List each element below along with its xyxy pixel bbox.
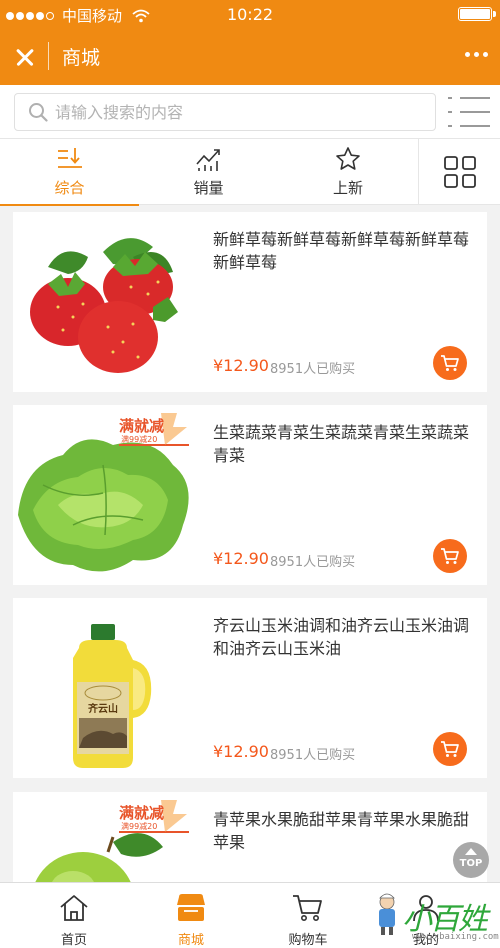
product-price: ¥12.90 [213,742,269,761]
close-button[interactable] [10,42,40,72]
promo-badge: 满就减 满99减20 [117,411,193,451]
product-name: 新鲜草莓新鲜草莓新鲜草莓新鲜草莓新鲜草莓 [213,230,470,272]
sales-count: 8951人已购买 [270,748,356,763]
promo-badge: 满就减 满99减20 [117,798,193,838]
product-price: ¥12.90 [213,549,269,568]
product-name: 青苹果水果脆甜苹果青苹果水果脆甜苹果 [213,810,470,852]
tab-label: 销量 [193,179,224,197]
cart-icon [441,355,459,371]
nav-home[interactable]: 首页 [24,883,124,948]
promo-sub-text: 满99减20 [121,434,157,444]
product-name: 生菜蔬菜青菜生菜蔬菜青菜生菜蔬菜青菜 [213,423,470,465]
promo-main-text: 满就减 [119,417,164,435]
clock: 10:22 [226,5,274,24]
nav-label: 商城 [177,933,204,948]
discount-badge-icon: 满就减 满99减20 [119,800,189,833]
battery-icon [458,7,496,21]
arrow-up-icon [465,848,477,855]
tab-comprehensive[interactable]: 综合 [0,139,139,206]
add-to-cart-button[interactable] [433,346,467,380]
nav-cart[interactable]: 购物车 [258,883,358,948]
promo-sub-text: 满99减20 [121,821,157,831]
oil-brand-label: 齐云山 [88,702,118,715]
status-bar: 中国移动 10:22 [0,0,500,28]
strawberry-image [30,238,178,373]
page-title: 商城 [62,47,101,69]
search-bar [0,85,500,139]
store-icon [177,894,205,921]
sort-icon [57,148,82,168]
sales-count: 8951人已购买 [270,555,356,570]
dot-icon [483,52,488,57]
add-to-cart-button[interactable] [433,539,467,573]
star-icon [336,147,360,170]
corn-oil-bottle-image: 齐云山 [73,624,152,768]
trend-chart-icon [195,149,220,171]
category-list-button[interactable] [448,95,490,129]
product-card[interactable]: 满就减 满99减20 生菜蔬菜青菜生菜蔬菜青菜生菜蔬菜青菜 ¥12.90 895… [13,405,487,585]
sort-tabs: 综合 销量 上新 [0,139,500,206]
dot-icon [465,52,470,57]
title-divider [48,42,49,70]
product-card[interactable]: 满就减 满99减20 青苹果水果脆甜苹果青苹果水果脆甜苹果 [13,792,487,882]
mascot-icon [379,893,395,935]
more-options-button[interactable] [465,52,488,57]
nav-store[interactable]: 商城 [141,883,241,948]
search-input[interactable] [55,94,425,130]
cart-icon [441,548,459,564]
search-icon [29,103,48,122]
nav-label: 购物车 [288,933,328,948]
search-box[interactable] [14,93,436,131]
home-icon [60,895,88,921]
discount-badge-icon: 满就减 满99减20 [119,413,189,446]
tab-label: 综合 [54,179,85,197]
dot-icon [474,52,479,57]
title-bar: 商城 [0,28,500,85]
grid-view-toggle[interactable] [418,139,500,205]
tab-label: 上新 [332,179,363,197]
tab-sales[interactable]: 销量 [139,139,278,205]
product-name: 齐云山玉米油调和油齐云山玉米油调和油齐云山玉米油 [213,616,470,658]
product-price: ¥12.90 [213,356,269,375]
cart-icon [293,895,322,921]
watermark: 小百姓 www.xbaixing.com [372,888,500,948]
promo-main-text: 满就减 [119,804,164,822]
back-to-top-label: TOP [459,858,483,869]
tab-new-arrivals[interactable]: 上新 [278,139,418,205]
watermark-url: www.xbaixing.com [412,932,499,942]
sales-count: 8951人已购买 [270,362,356,377]
product-card[interactable]: 齐云山 齐云山玉米油调和油齐云山玉米油调和油齐云山玉米油 ¥12.90 8951… [13,598,487,778]
nav-label: 首页 [60,933,87,948]
back-to-top-button[interactable]: TOP [453,842,489,878]
product-card[interactable]: 新鲜草莓新鲜草莓新鲜草莓新鲜草莓新鲜草莓 ¥12.90 8951人已购买 [13,212,487,392]
cart-icon [441,741,459,757]
add-to-cart-button[interactable] [433,732,467,766]
grid-icon [444,156,476,188]
